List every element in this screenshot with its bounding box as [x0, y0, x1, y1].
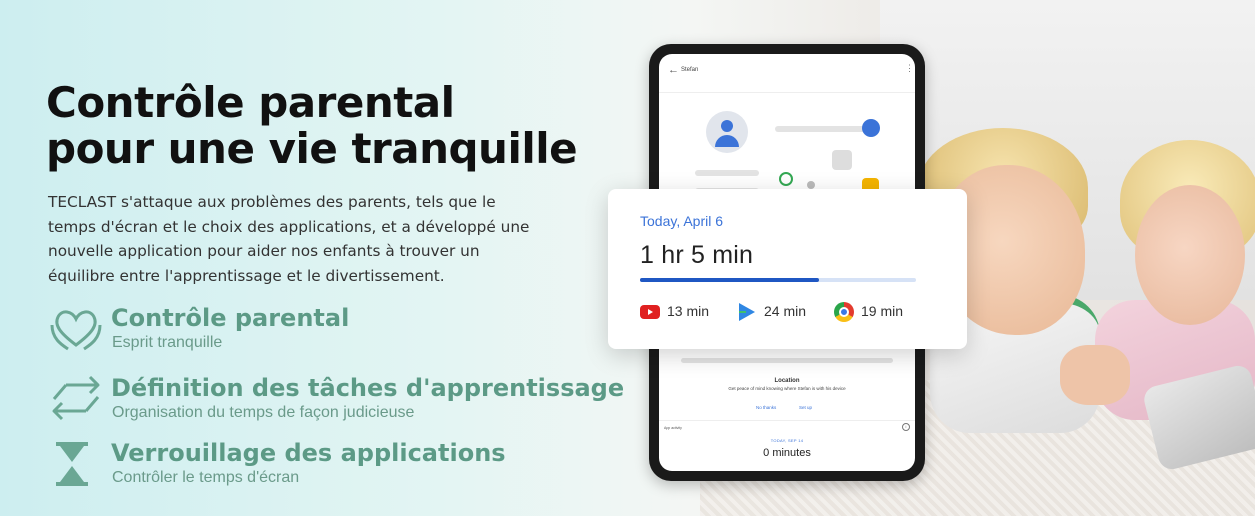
- screen-header: ← Stefan ⋮: [659, 54, 915, 93]
- page-title: Contrôle parental pour une vie tranquill…: [46, 78, 578, 173]
- feature-title: Définition des tâches d'apprentissage: [111, 374, 625, 402]
- location-description: Get peace of mind knowing where Stefan i…: [728, 386, 846, 391]
- heart-hands-icon: [50, 310, 102, 351]
- play-store-icon: [739, 303, 755, 321]
- placeholder-bar: [681, 358, 893, 363]
- set-up-button[interactable]: Set up: [799, 405, 812, 410]
- hourglass-icon: [56, 442, 88, 486]
- usage-total: 1 hr 5 min: [640, 241, 754, 269]
- location-title: Location: [774, 378, 800, 384]
- app-usage-time: 13 min: [667, 303, 710, 319]
- child-hand: [1060, 345, 1130, 405]
- app-usage-time: 24 min: [764, 303, 807, 319]
- feature-title: Contrôle parental: [111, 304, 350, 332]
- back-arrow-icon[interactable]: ←: [668, 64, 679, 76]
- banner: Contrôle parental pour une vie tranquill…: [0, 0, 1255, 516]
- description: TECLAST s'attaque aux problèmes des pare…: [48, 193, 530, 285]
- title-line-1: Contrôle parental: [46, 78, 455, 127]
- screen-time-card: Today, April 6 1 hr 5 min 13 min 24 min …: [608, 189, 967, 349]
- feature-subtitle: Organisation du temps de façon judicieus…: [112, 404, 415, 421]
- girl-face: [1135, 185, 1245, 325]
- placeholder-square: [832, 150, 852, 170]
- app-activity-label: App activity: [664, 426, 682, 430]
- usage-progress: [640, 278, 916, 282]
- avatar-head: [721, 120, 733, 132]
- feature-subtitle: Contrôler le temps d'écran: [112, 469, 300, 486]
- activity-date: TODAY, SEP 14: [770, 438, 804, 443]
- profile-name: Stefan: [681, 67, 699, 73]
- chrome-icon: [834, 302, 854, 322]
- title-line-2: pour une vie tranquille: [46, 124, 578, 173]
- more-options-icon[interactable]: ⋮: [905, 63, 914, 74]
- swap-arrows-icon: [52, 375, 100, 421]
- divider: [659, 420, 915, 421]
- placeholder-bar: [695, 170, 759, 176]
- avatar: [706, 111, 748, 153]
- no-thanks-button[interactable]: No thanks: [756, 405, 776, 410]
- toggle-knob[interactable]: [779, 172, 793, 186]
- avatar-body: [715, 135, 739, 147]
- youtube-icon: [640, 305, 660, 319]
- usage-progress-fill: [640, 278, 820, 282]
- feature-title: Verrouillage des applications: [111, 439, 506, 467]
- slider-knob[interactable]: [862, 119, 880, 137]
- slider-dot: [807, 181, 815, 189]
- slider-track: [775, 126, 875, 132]
- usage-date: Today, April 6: [640, 213, 724, 229]
- app-usage-time: 19 min: [861, 303, 904, 319]
- info-icon[interactable]: i: [902, 423, 910, 431]
- feature-subtitle: Esprit tranquille: [112, 334, 223, 351]
- activity-minutes: 0 minutes: [763, 447, 811, 459]
